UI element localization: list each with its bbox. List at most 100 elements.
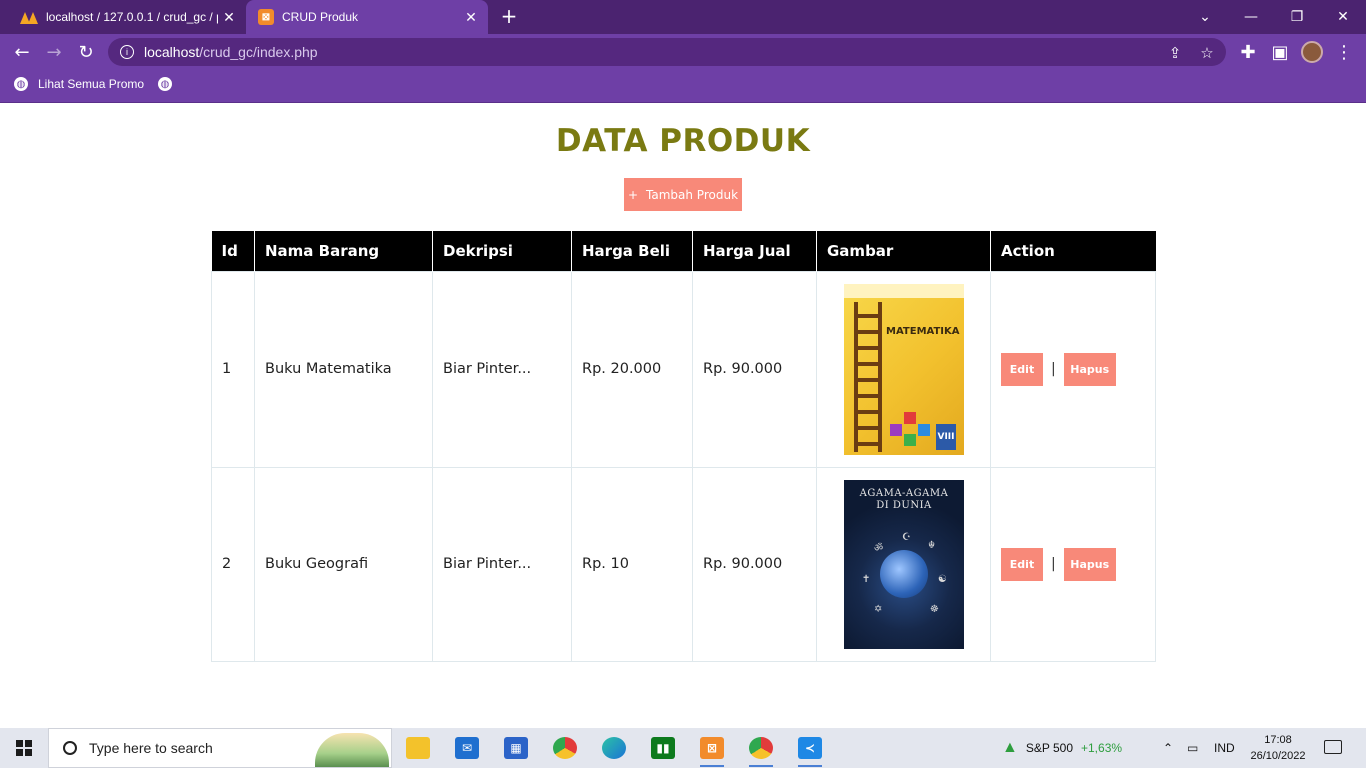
share-icon[interactable]: ⇪ — [1164, 42, 1186, 64]
tab-search-icon[interactable]: ⌄ — [1182, 0, 1228, 34]
close-icon[interactable]: ✕ — [460, 9, 482, 26]
battery-icon-glyph: ▭ — [1187, 741, 1199, 755]
cell-id: 2 — [211, 466, 255, 662]
bookmark-globe[interactable]: ◍ — [158, 77, 182, 91]
hapus-button[interactable]: Hapus — [1063, 352, 1116, 386]
windows-icon — [16, 740, 32, 756]
winamp-app[interactable]: ▮▮ — [643, 732, 683, 764]
notification-icon[interactable] — [1320, 736, 1346, 760]
back-button[interactable]: ← — [8, 38, 36, 66]
url-path: /crud_gc/index.php — [199, 44, 318, 60]
chrome-profile-app[interactable] — [741, 732, 781, 767]
store-icon: ▦ — [504, 737, 528, 759]
phpmyadmin-icon — [20, 10, 38, 24]
header-harga-jual: Harga Jual — [692, 231, 817, 271]
action-separator: | — [1051, 556, 1056, 572]
tab-title: localhost / 127.0.0.1 / crud_gc / p — [46, 10, 218, 24]
taskbar-search-input[interactable]: Type here to search — [48, 728, 392, 768]
bookmark-star-icon[interactable]: ☆ — [1196, 42, 1218, 64]
restore-button[interactable]: ❐ — [1274, 0, 1320, 34]
stock-change: +1,63% — [1081, 741, 1123, 755]
cell-id: 1 — [211, 270, 255, 468]
taskbar: Type here to search ✉ ▦ ▮▮ ⊠ ≺ ▲ S&P 500… — [0, 728, 1366, 768]
cover-title-line-1: AGAMA-AGAMA — [859, 487, 949, 499]
chrome-icon — [553, 737, 577, 759]
show-hidden-icons[interactable]: ⌃ — [1163, 728, 1173, 768]
vscode-app[interactable]: ≺ — [790, 732, 830, 767]
cover-title-line-2: DI DUNIA — [876, 499, 932, 511]
extensions-icon[interactable]: ✚ — [1234, 38, 1262, 66]
window-close-button[interactable]: ✕ — [1320, 0, 1366, 34]
cover-title: MATEMATIKA — [886, 325, 960, 337]
stock-widget[interactable]: ▲ S&P 500 +1,63% — [1002, 728, 1122, 768]
cell-action: Edit | Hapus — [990, 466, 1156, 662]
add-product-button[interactable]: + Tambah Produk — [624, 178, 742, 211]
tab-title: CRUD Produk — [282, 10, 359, 24]
search-highlight-image — [315, 733, 389, 767]
browser-tab-bar: localhost / 127.0.0.1 / crud_gc / p ✕ ⊠ … — [0, 0, 1366, 34]
cell-harga-jual: Rp. 90.000 — [692, 270, 817, 468]
menu-icon[interactable]: ⋮ — [1330, 38, 1358, 66]
new-tab-button[interactable]: + — [498, 6, 520, 28]
address-bar[interactable]: i localhost/crud_gc/index.php ⇪ ☆ — [108, 38, 1226, 66]
table-row: 2 Buku Geografi Biar Pinter... Rp. 10 Rp… — [211, 466, 1156, 662]
close-icon[interactable]: ✕ — [218, 9, 240, 26]
cell-harga-beli: Rp. 10 — [571, 466, 693, 662]
forward-button[interactable]: → — [40, 38, 68, 66]
tab-crud-produk[interactable]: ⊠ CRUD Produk ✕ — [246, 0, 488, 34]
cube-shape — [904, 411, 916, 424]
battery-icon[interactable]: ▭ — [1187, 728, 1198, 768]
header-gambar: Gambar — [816, 231, 991, 271]
chrome-app[interactable] — [545, 732, 585, 764]
om-symbol-icon: ॐ — [874, 542, 884, 554]
bookmark-lihat-semua-promo[interactable]: ◍ Lihat Semua Promo — [14, 77, 144, 91]
edge-icon — [602, 737, 626, 759]
grade-badge: VIII — [936, 423, 956, 450]
table-row: 1 Buku Matematika Biar Pinter... Rp. 20.… — [211, 270, 1156, 468]
globe-illustration — [880, 549, 928, 598]
header-harga-beli: Harga Beli — [571, 231, 693, 271]
edge-app[interactable] — [594, 732, 634, 764]
hapus-button[interactable]: Hapus — [1063, 547, 1116, 581]
yin-yang-icon: ☯ — [938, 573, 947, 585]
cover-band — [844, 283, 964, 298]
start-button[interactable] — [0, 728, 48, 768]
clock[interactable]: 17:08 26/10/2022 — [1246, 732, 1310, 764]
page-content: DATA PRODUK + Tambah Produk Id Nama Bara… — [0, 103, 1366, 728]
xampp-icon: ⊠ — [700, 737, 724, 759]
clock-time: 17:08 — [1264, 734, 1292, 746]
info-icon[interactable]: i — [120, 45, 134, 59]
add-product-label: Tambah Produk — [646, 187, 739, 202]
header-nama-barang: Nama Barang — [254, 231, 433, 271]
cell-harga-jual: Rp. 90.000 — [692, 466, 817, 662]
edit-button[interactable]: Edit — [1001, 547, 1043, 581]
header-action: Action — [990, 231, 1156, 271]
edit-button[interactable]: Edit — [1001, 352, 1043, 386]
file-explorer-app[interactable] — [398, 732, 438, 764]
search-placeholder: Type here to search — [89, 740, 213, 756]
cell-name: Buku Matematika — [254, 270, 433, 468]
stock-name: S&P 500 — [1025, 741, 1073, 755]
star-of-david-icon: ✡ — [874, 603, 883, 615]
crescent-icon: ☪ — [902, 531, 911, 543]
language-indicator[interactable]: IND — [1214, 728, 1235, 768]
globe-icon: ◍ — [158, 77, 172, 91]
action-separator: | — [1051, 361, 1056, 377]
mail-app[interactable]: ✉ — [447, 732, 487, 764]
stock-chart-icon: ▲ — [1002, 739, 1018, 756]
browser-toolbar: ← → ↻ i localhost/crud_gc/index.php ⇪ ☆ … — [0, 34, 1366, 70]
product-table: Id Nama Barang Dekripsi Harga Beli Harga… — [211, 231, 1156, 662]
url-host: localhost — [144, 44, 200, 60]
store-app[interactable]: ▦ — [496, 732, 536, 764]
avatar[interactable] — [1301, 41, 1323, 63]
side-panel-icon[interactable]: ▣ — [1266, 38, 1294, 66]
tab-phpmyadmin[interactable]: localhost / 127.0.0.1 / crud_gc / p ✕ — [8, 0, 246, 34]
cell-image: MATEMATIKA VIII — [816, 270, 991, 468]
minimize-button[interactable]: — — [1228, 0, 1274, 34]
xampp-app[interactable]: ⊠ — [692, 732, 732, 767]
equalizer-icon: ▮▮ — [651, 737, 675, 759]
xampp-icon: ⊠ — [258, 9, 274, 25]
cell-harga-beli: Rp. 20.000 — [571, 270, 693, 468]
cube-shape — [890, 423, 902, 436]
reload-button[interactable]: ↻ — [72, 38, 100, 66]
